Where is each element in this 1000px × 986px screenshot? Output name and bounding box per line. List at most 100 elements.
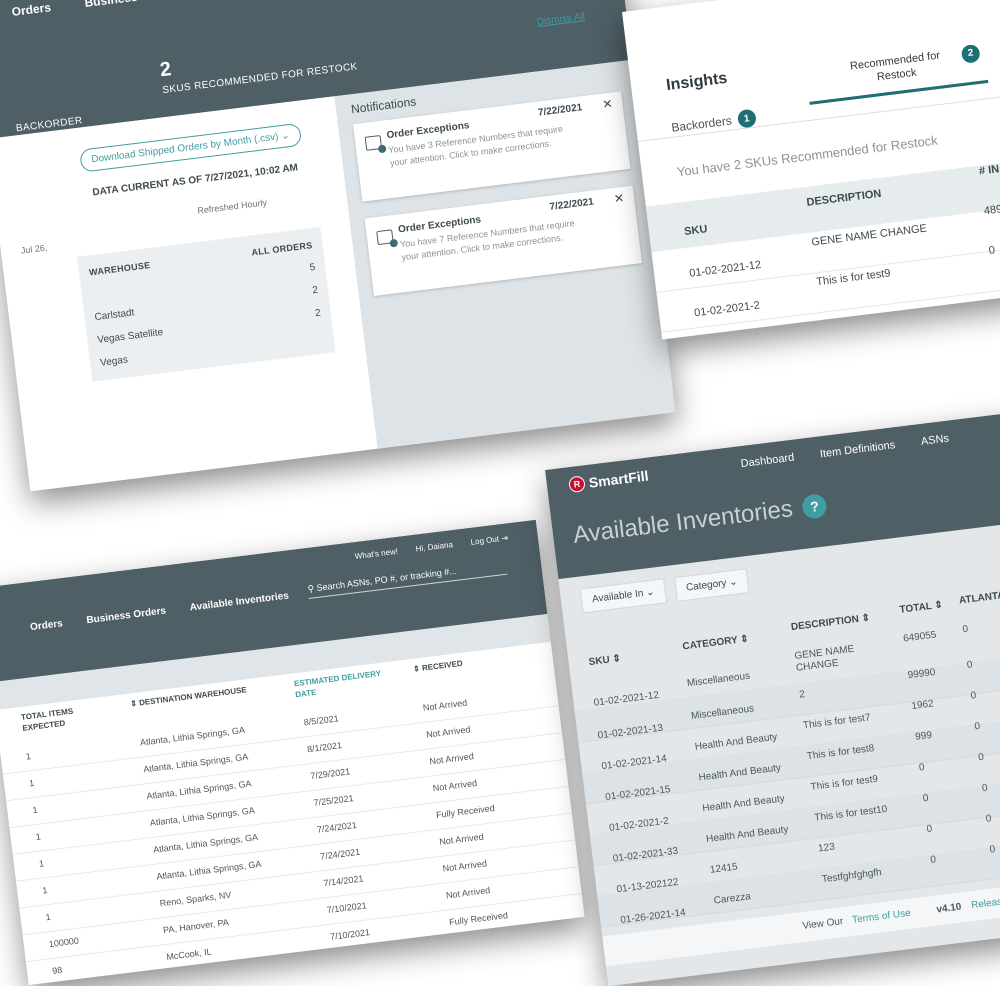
sort-icon: ⇕ xyxy=(739,633,750,646)
nav-item-definitions[interactable]: Item Definitions xyxy=(819,439,896,460)
status-cell: Not Arrived xyxy=(438,831,485,847)
items-cell: 1 xyxy=(25,751,32,762)
filter-label: Available In xyxy=(591,587,644,606)
nav-business-orders[interactable]: Business Orders xyxy=(86,606,167,627)
items-cell: 1 xyxy=(31,804,39,816)
date-cell: 7/10/2021 xyxy=(326,900,368,916)
category-cell: Carezza xyxy=(713,891,752,907)
status-cell: Not Arrived xyxy=(422,697,468,713)
sort-icon: ⇕ xyxy=(933,599,944,612)
nav-dashboard[interactable]: Dashboard xyxy=(740,452,795,470)
atlanta-cell: 0 xyxy=(973,720,981,733)
column-header-atlanta[interactable]: ATLANTA ⇕ xyxy=(958,588,1000,608)
column-header-description: DESCRIPTION xyxy=(805,187,883,209)
tab-label: Backorders xyxy=(670,113,733,135)
page-title: Available Inventories ? xyxy=(572,491,829,550)
items-cell: 1 xyxy=(45,911,52,923)
destination-cell: Atlanta, Lithia Springs, GA xyxy=(142,751,249,775)
status-cell: Not Arrived xyxy=(428,751,475,767)
logo-text: SmartFill xyxy=(587,467,650,491)
atlanta-cell: 0 xyxy=(966,659,974,671)
description-cell: 123 xyxy=(817,841,836,855)
warehouse-name xyxy=(91,289,92,300)
warehouse-name: Carlstadt xyxy=(93,307,136,324)
logout-link[interactable]: Log Out ⇥ xyxy=(470,533,508,546)
notifications-pane: Notifications Order Exceptions 7/22/2021… xyxy=(334,59,676,454)
notification-card[interactable]: Order Exceptions 7/22/2021 ✕ You have 7 … xyxy=(364,185,643,296)
column-header-total-items[interactable]: TOTAL ITEMS EXPECTED xyxy=(20,701,112,734)
chevron-down-icon: ⌄ xyxy=(280,130,291,143)
filter-category[interactable]: Category ⌄ xyxy=(673,568,750,602)
logout-label: Log Out xyxy=(470,534,500,547)
items-cell: 1 xyxy=(35,831,42,843)
items-cell: 1 xyxy=(28,777,35,789)
nav-orders[interactable]: Orders xyxy=(11,0,52,19)
atlanta-cell: 0 xyxy=(977,751,985,764)
warehouse-count: 2 xyxy=(311,284,319,297)
destination-cell: PA, Hanover, PA xyxy=(162,917,230,936)
description-cell: Testfghfghgfh xyxy=(821,867,883,886)
utility-links: What's new! Hi, Daiana Log Out ⇥ xyxy=(354,533,508,561)
filter-available-in[interactable]: Available In ⌄ xyxy=(579,578,667,614)
column-header-warehouse: WAREHOUSE xyxy=(88,260,151,278)
count-badge: 2 xyxy=(960,43,981,64)
category-cell: Miscellaneous xyxy=(686,670,751,690)
footer-view-text: View Our xyxy=(801,916,844,932)
smartfill-logo[interactable]: R SmartFill xyxy=(568,468,649,494)
atlanta-cell: 0 xyxy=(970,690,977,702)
column-header-received[interactable]: ⇕ RECEIVED xyxy=(412,658,464,675)
description-cell: This is for test8 xyxy=(806,742,875,763)
column-header-description[interactable]: DESCRIPTION ⇕ xyxy=(790,612,871,635)
description-cell: This is for test9 xyxy=(815,267,892,289)
nav-available-inventories[interactable]: Available Inventories xyxy=(189,590,289,613)
column-header-atlanta-label: ATLANTA xyxy=(958,590,1000,607)
date-cell: 7/24/2021 xyxy=(319,846,361,862)
items-cell: 100000 xyxy=(48,935,80,950)
column-header-category[interactable]: CATEGORY ⇕ xyxy=(682,632,750,653)
search-input[interactable]: ⚲ Search ASNs, PO #, or tracking #... xyxy=(306,559,508,600)
release-notes-link[interactable]: Release Notes xyxy=(971,892,1000,911)
help-icon[interactable]: ? xyxy=(801,493,828,520)
items-cell: 1 xyxy=(41,885,48,896)
nav-asns[interactable]: ASNs xyxy=(920,433,949,448)
column-header-sku[interactable]: SKU ⇕ xyxy=(588,652,622,669)
date-fragment: Jul 26, xyxy=(20,242,48,256)
warehouse-name: Vegas xyxy=(99,354,129,369)
logo-mark-icon: R xyxy=(568,475,586,494)
destination-cell: McCook, IL xyxy=(165,946,213,963)
description-cell: This is for test9 xyxy=(810,773,879,793)
date-cell: 8/5/2021 xyxy=(303,713,340,728)
page-title-text: Available Inventories xyxy=(571,495,795,549)
column-header-delivery-date[interactable]: ESTIMATED DELIVERY DATE xyxy=(293,668,385,701)
sku-cell: 01-02-2021-2 xyxy=(693,299,761,320)
close-icon[interactable]: ✕ xyxy=(613,191,625,206)
total-cell: 1962 xyxy=(910,698,935,713)
items-cell: 1 xyxy=(38,858,45,869)
total-cell: 0 xyxy=(926,823,933,836)
orders-summary: Download Shipped Orders by Month (.csv) … xyxy=(0,96,379,492)
dismiss-all-link[interactable]: Dismiss All xyxy=(536,11,585,28)
warehouse-table: WAREHOUSE ALL ORDERS 5 Carlstadt 2 Vegas… xyxy=(77,227,336,382)
sku-cell: 01-26-2021-14 xyxy=(619,907,687,927)
total-cell: 0 xyxy=(922,792,930,805)
inventories-panel: R SmartFill Dashboard Item Definitions A… xyxy=(545,409,1000,986)
close-icon[interactable]: ✕ xyxy=(602,97,614,112)
logout-icon: ⇥ xyxy=(500,533,509,544)
destination-cell: Atlanta, Lithia Springs, GA xyxy=(155,858,262,882)
terms-of-use-link[interactable]: Terms of Use xyxy=(852,908,912,926)
notification-date: 7/22/2021 xyxy=(537,102,583,119)
destination-cell: Atlanta, Lithia Springs, GA xyxy=(139,724,246,748)
warehouse-count xyxy=(323,330,324,341)
atlanta-cell: 0 xyxy=(981,782,989,795)
nav-orders[interactable]: Orders xyxy=(30,618,64,633)
description-cell: 2 xyxy=(798,689,806,701)
nav-business[interactable]: Business xyxy=(84,0,139,10)
status-cell: Not Arrived xyxy=(445,885,491,901)
whats-new-link[interactable]: What's new! xyxy=(354,547,398,561)
date-cell: 7/25/2021 xyxy=(313,793,355,808)
items-cell: 98 xyxy=(51,964,63,977)
description-cell: GENE NAME CHANGE xyxy=(793,643,855,674)
restock-label: SKUS RECOMMENDED FOR RESTOCK xyxy=(161,61,359,97)
sort-icon: ⇕ xyxy=(611,653,622,666)
column-header-total[interactable]: TOTAL ⇕ xyxy=(899,599,944,617)
